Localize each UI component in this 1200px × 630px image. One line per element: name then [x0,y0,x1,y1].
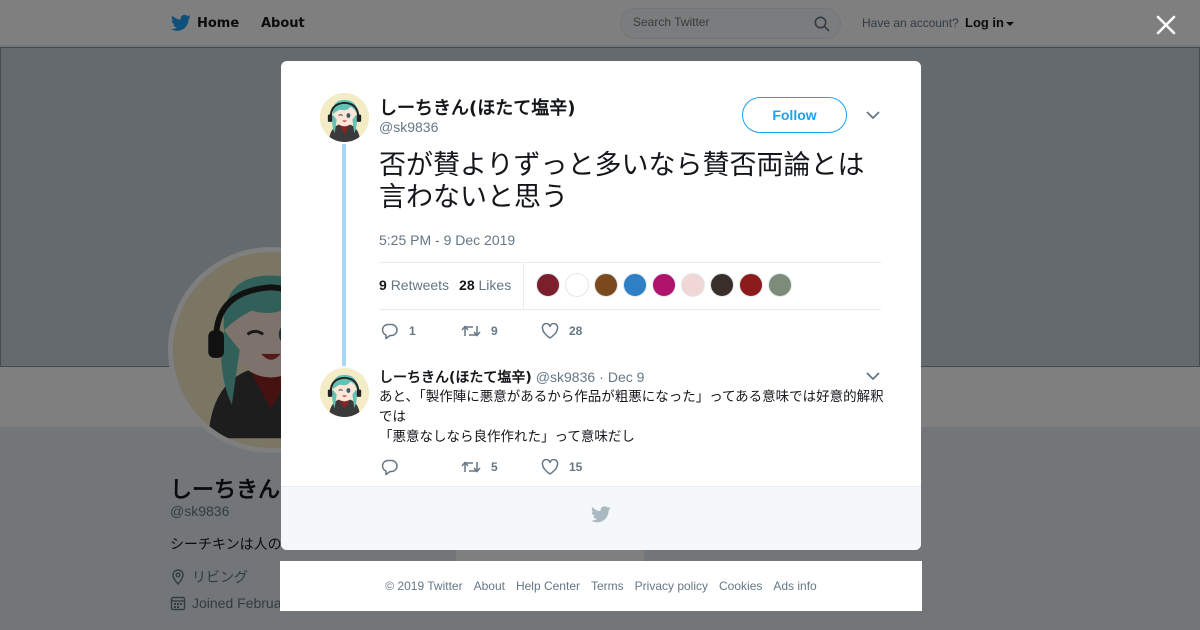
like-button[interactable]: 15 [541,459,621,475]
tweet-author-handle[interactable]: @sk9836 [379,119,438,135]
reply-actions: 5 15 [381,458,621,476]
tweet-modal: しーちきん(ほたて塩辛) @sk9836 Follow 否が賛よりずっと多いなら… [281,61,921,550]
thread-connector-line [342,144,346,366]
reply-text-line: あと、「製作陣に悪意があるから作品が粗悪になった」ってある意味では好意的解釈では [379,389,884,425]
liker-avatar[interactable] [536,273,560,297]
like-action-count: 28 [569,324,583,338]
reply-count: 1 [409,324,416,338]
tweet-text: 否が賛よりずっと多いなら賛否両論とは言わないと思う [379,150,865,213]
retweet-action-count: 9 [491,324,498,338]
divider [379,262,881,263]
reply-separator: · [599,369,604,385]
tweet-stats: 9 Retweets 28 Likes [379,277,511,293]
avatar-illustration [320,93,369,142]
footer-link-privacy[interactable]: Privacy policy [635,579,708,593]
like-stat-label: Likes [478,277,512,293]
like-count: 28 [459,277,475,293]
liker-avatar[interactable] [768,273,792,297]
footer-link-help-center[interactable]: Help Center [516,579,580,593]
reply-date[interactable]: Dec 9 [608,369,645,385]
avatar-illustration [320,368,369,417]
like-action-count: 15 [569,460,583,474]
tweet-author-avatar[interactable] [320,93,369,142]
liker-avatar[interactable] [739,273,763,297]
site-footer: © 2019 Twitter About Help Center Terms P… [280,561,922,611]
reply-icon [381,323,398,340]
liker-avatars [536,273,792,297]
liker-avatar[interactable] [594,273,618,297]
reply-text: あと、「製作陣に悪意があるから作品が粗悪になった」ってある意味では好意的解釈では… [379,387,884,447]
retweet-stat[interactable]: 9 Retweets [379,277,449,293]
reply-icon [381,459,398,476]
reply-header: しーちきん(ほたて塩辛) @sk9836 · Dec 9 [379,367,644,387]
follow-button[interactable]: Follow [742,97,847,133]
footer-link-cookies[interactable]: Cookies [719,579,762,593]
reply-button[interactable] [381,458,461,476]
tweet-actions: 1 9 28 [381,322,621,340]
liker-avatar[interactable] [652,273,676,297]
liker-avatar[interactable] [710,273,734,297]
retweet-button[interactable]: 9 [461,323,541,339]
reply-author-name[interactable]: しーちきん(ほたて塩辛) [379,367,532,387]
reply-author-avatar[interactable] [320,368,369,417]
footer-copyright: © 2019 Twitter [385,579,463,593]
footer-link-ads-info[interactable]: Ads info [773,579,816,593]
tweet-timestamp[interactable]: 5:25 PM - 9 Dec 2019 [379,232,515,248]
retweet-count: 9 [379,277,387,293]
tweet-author-name[interactable]: しーちきん(ほたて塩辛) [379,94,575,120]
liker-avatar[interactable] [565,273,589,297]
footer-link-terms[interactable]: Terms [591,579,624,593]
retweet-stat-label: Retweets [390,277,450,293]
retweet-button[interactable]: 5 [461,459,541,475]
heart-icon [541,459,559,475]
close-icon[interactable] [1154,13,1178,37]
chevron-down-icon[interactable] [865,109,881,121]
like-stat[interactable]: 28 Likes [459,277,511,293]
divider [523,263,524,309]
chevron-down-icon[interactable] [865,370,881,382]
twitter-bird-icon [591,506,611,523]
reply-button[interactable]: 1 [381,322,461,340]
heart-icon [541,323,559,339]
modal-footer [281,486,921,550]
retweet-action-count: 5 [491,460,498,474]
liker-avatar[interactable] [623,273,647,297]
liker-avatar[interactable] [681,273,705,297]
footer-link-about[interactable]: About [474,579,505,593]
retweet-icon [461,325,481,337]
divider [379,309,881,310]
like-button[interactable]: 28 [541,323,621,339]
reply-author-handle[interactable]: @sk9836 [536,369,595,385]
retweet-icon [461,461,481,473]
reply-text-line: 「悪意なしなら良作作れた」って意味だし [379,429,635,445]
